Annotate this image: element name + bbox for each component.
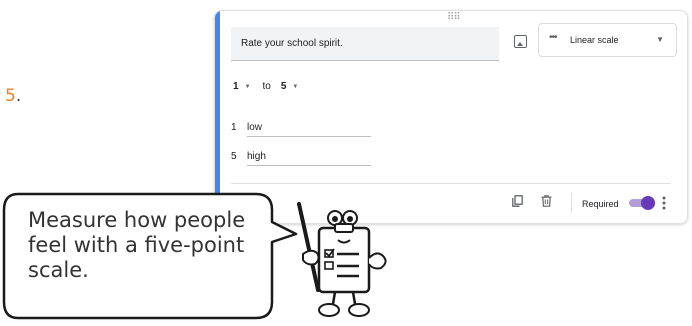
max-label-number: 5 bbox=[231, 151, 237, 162]
clipboard-mascot-illustration bbox=[297, 202, 387, 317]
required-label: Required bbox=[582, 199, 619, 209]
trash-icon[interactable] bbox=[541, 195, 552, 207]
scale-to-label: to bbox=[262, 81, 271, 92]
chevron-down-icon[interactable]: ▼ bbox=[292, 84, 298, 90]
required-toggle-knob bbox=[641, 196, 655, 210]
max-label-row: 5 high bbox=[231, 151, 371, 166]
more-vert-icon[interactable] bbox=[662, 196, 666, 210]
min-label-number: 1 bbox=[231, 122, 237, 133]
chevron-down-icon[interactable]: ▼ bbox=[245, 84, 251, 90]
required-toggle[interactable] bbox=[627, 196, 655, 210]
linear-scale-icon: ••• bbox=[549, 32, 557, 43]
step-number-digit: 5 bbox=[5, 86, 16, 106]
question-title-input[interactable]: Rate your school spirit. bbox=[231, 27, 499, 61]
scale-min-select[interactable]: 1 bbox=[233, 81, 239, 92]
min-label-row: 1 low bbox=[231, 122, 371, 137]
question-type-select[interactable]: ••• Linear scale ▼ bbox=[538, 23, 677, 57]
question-title-text: Rate your school spirit. bbox=[241, 38, 343, 49]
image-icon[interactable] bbox=[514, 35, 527, 48]
question-type-label: Linear scale bbox=[570, 35, 619, 45]
scale-max-select[interactable]: 5 bbox=[281, 81, 287, 92]
step-number: 5. bbox=[5, 86, 21, 106]
footer-separator bbox=[571, 193, 572, 213]
footer-divider bbox=[231, 183, 671, 184]
max-label-input[interactable]: high bbox=[247, 151, 371, 166]
callout-text: Measure how people feel with a five-poin… bbox=[28, 208, 246, 282]
scale-range-row: 1 ▼ to 5 ▼ bbox=[233, 81, 310, 92]
step-number-dot: . bbox=[15, 86, 22, 106]
copy-icon[interactable] bbox=[512, 195, 523, 207]
chevron-down-icon: ▼ bbox=[656, 35, 664, 44]
min-label-input[interactable]: low bbox=[247, 122, 371, 137]
drag-handle-icon[interactable]: ⠿⠿ bbox=[447, 12, 461, 23]
